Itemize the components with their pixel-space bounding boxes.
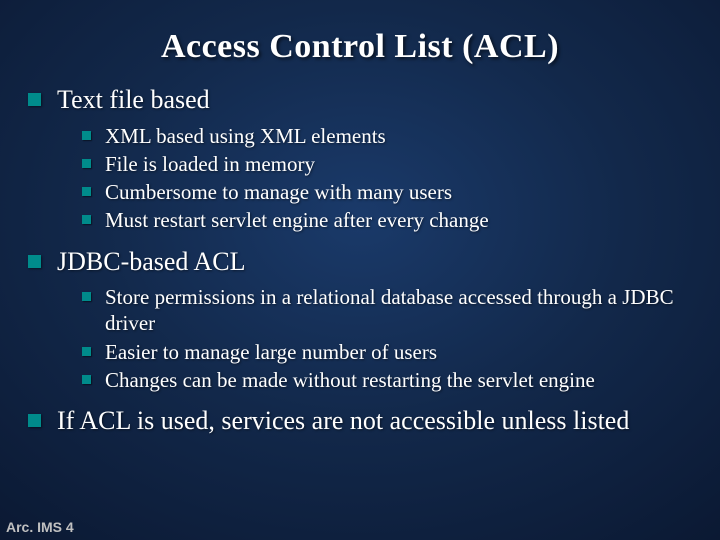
list-item: Changes can be made without restarting t… xyxy=(82,367,692,393)
list-item-label: JDBC-based ACL xyxy=(57,246,246,279)
square-bullet-icon xyxy=(28,255,41,268)
sub-list: XML based using XML elements File is loa… xyxy=(28,123,692,234)
square-bullet-icon xyxy=(28,414,41,427)
square-bullet-icon xyxy=(82,347,91,356)
slide-title: Access Control List (ACL) xyxy=(0,0,720,66)
list-item: Store permissions in a relational databa… xyxy=(82,284,692,337)
list-item-label: XML based using XML elements xyxy=(105,123,386,149)
list-item: If ACL is used, services are not accessi… xyxy=(28,405,692,438)
list-item-label: Text file based xyxy=(57,84,210,117)
slide-body: Text file based XML based using XML elem… xyxy=(0,66,720,438)
list-item-label: Must restart servlet engine after every … xyxy=(105,207,489,233)
list-item: Text file based xyxy=(28,84,692,117)
sub-list: Store permissions in a relational databa… xyxy=(28,284,692,393)
list-item: Must restart servlet engine after every … xyxy=(82,207,692,233)
square-bullet-icon xyxy=(82,292,91,301)
list-item-label: Easier to manage large number of users xyxy=(105,339,437,365)
list-item-label: If ACL is used, services are not accessi… xyxy=(57,405,629,438)
list-item: Easier to manage large number of users xyxy=(82,339,692,365)
list-item-label: Store permissions in a relational databa… xyxy=(105,284,692,337)
list-item-label: Cumbersome to manage with many users xyxy=(105,179,452,205)
square-bullet-icon xyxy=(82,131,91,140)
slide-footer: Arc. IMS 4 xyxy=(6,519,74,535)
list-item-label: File is loaded in memory xyxy=(105,151,315,177)
list-item: JDBC-based ACL xyxy=(28,246,692,279)
list-item: XML based using XML elements xyxy=(82,123,692,149)
list-item: File is loaded in memory xyxy=(82,151,692,177)
square-bullet-icon xyxy=(82,187,91,196)
list-item-label: Changes can be made without restarting t… xyxy=(105,367,595,393)
square-bullet-icon xyxy=(28,93,41,106)
square-bullet-icon xyxy=(82,375,91,384)
square-bullet-icon xyxy=(82,159,91,168)
square-bullet-icon xyxy=(82,215,91,224)
list-item: Cumbersome to manage with many users xyxy=(82,179,692,205)
